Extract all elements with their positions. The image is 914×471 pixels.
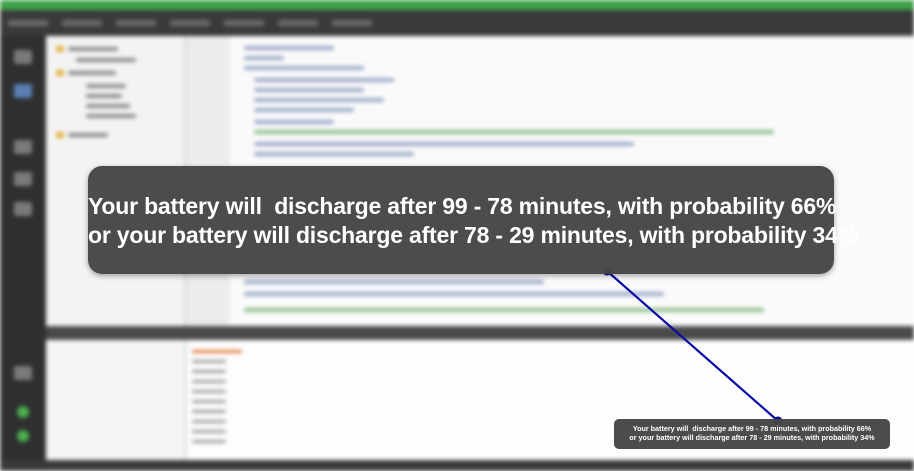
notification-line-2: or your battery will discharge after 78 … <box>629 432 875 442</box>
window-title-bar <box>0 0 914 10</box>
battery-prediction-callout-large: Your battery will discharge after 99 - 7… <box>88 166 858 274</box>
output-sidebar <box>46 340 186 460</box>
status-bar <box>0 460 914 471</box>
mode-sidebar <box>0 36 46 471</box>
battery-prediction-notification[interactable]: Your battery will discharge after 99 - 7… <box>614 419 890 449</box>
panel-divider <box>46 326 914 340</box>
menu-bar <box>0 10 914 36</box>
prediction-line-2: or your battery will discharge after 78 … <box>88 222 858 248</box>
prediction-line-1: Your battery will discharge after 99 - 7… <box>88 193 837 219</box>
